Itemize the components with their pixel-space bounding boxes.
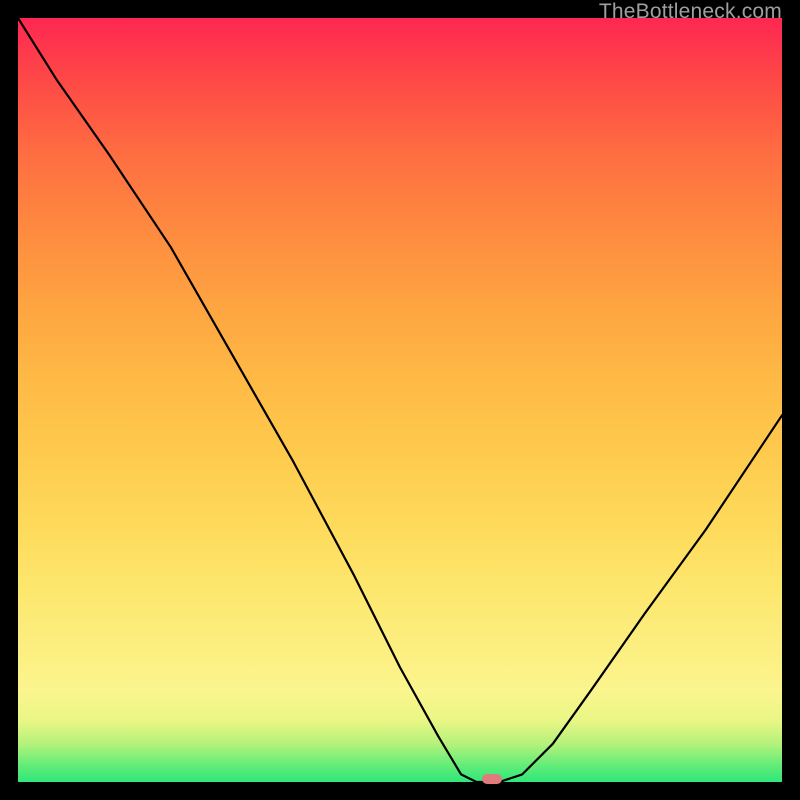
plot-area: [18, 18, 782, 782]
bottleneck-curve: [18, 18, 782, 782]
optimum-marker: [482, 774, 502, 784]
watermark-text: TheBottleneck.com: [599, 0, 782, 24]
chart-frame: TheBottleneck.com: [0, 0, 800, 800]
